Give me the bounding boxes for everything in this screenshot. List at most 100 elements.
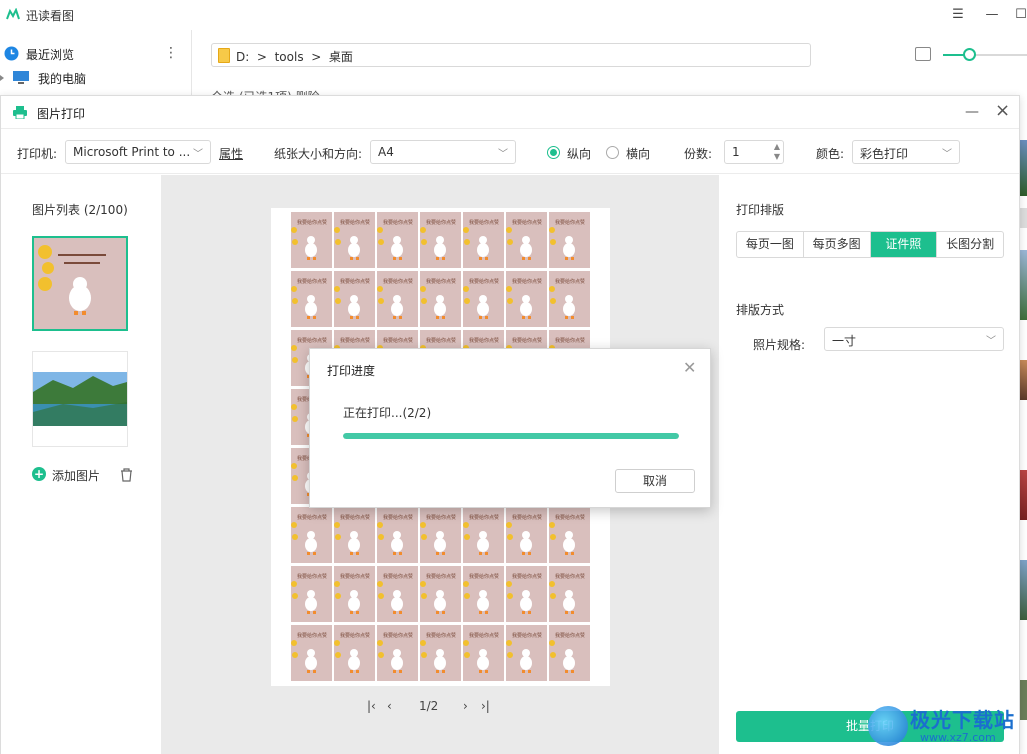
tile-caption: 我要给你点赞 xyxy=(383,573,413,580)
app-title-bar: 迅读看图 ☰ — ☐ xyxy=(0,0,1027,30)
landscape-radio[interactable] xyxy=(606,146,619,159)
background-thumbnail xyxy=(1020,470,1027,520)
tile-caption: 我要给你点赞 xyxy=(426,514,456,521)
goose-sticker-icon: 我要给你点赞 xyxy=(506,278,542,319)
layout-panel: 打印排版 每页一图 每页多图 证件照 长图分割 排版方式 照片规格: 一寸 ﹀ … xyxy=(719,175,1019,754)
cancel-button[interactable]: 取消 xyxy=(615,469,695,493)
app-logo-icon xyxy=(6,8,20,20)
tile-caption: 我要给你点赞 xyxy=(297,632,327,639)
portrait-radio[interactable] xyxy=(547,146,560,159)
goose-sticker-icon: 我要给你点赞 xyxy=(334,573,370,614)
layout-option-multi-per-page[interactable]: 每页多图 xyxy=(804,232,871,257)
id-photo-tile: 我要给你点赞 xyxy=(377,566,418,622)
tile-caption: 我要给你点赞 xyxy=(469,573,499,580)
id-photo-tile: 我要给你点赞 xyxy=(291,625,332,681)
pager: |‹ ‹ 1/2 › ›| xyxy=(367,699,490,715)
tile-caption: 我要给你点赞 xyxy=(340,514,370,521)
app-title: 迅读看图 xyxy=(26,9,75,23)
image-thumbnail-selected[interactable] xyxy=(32,236,128,331)
watermark-brand: 极光下载站 xyxy=(910,708,1015,732)
tile-caption: 我要给你点赞 xyxy=(426,219,456,226)
id-photo-tile: 我要给你点赞 xyxy=(549,507,590,563)
image-thumbnail[interactable] xyxy=(32,351,128,447)
path-text: D: > tools > 桌面 xyxy=(236,50,353,64)
image-list-title: 图片列表 (2/100) xyxy=(32,203,128,217)
sidebar-item-label: 我的电脑 xyxy=(38,72,87,86)
goose-sticker-icon: 我要给你点赞 xyxy=(506,514,542,555)
menu-icon[interactable]: ☰ xyxy=(949,6,967,24)
prev-page-icon[interactable]: ‹ xyxy=(387,699,392,713)
tile-caption: 我要给你点赞 xyxy=(555,632,585,639)
progress-status: 正在打印...(2/2) xyxy=(343,406,432,420)
background-thumbnail xyxy=(1020,560,1027,620)
layout-option-long-split[interactable]: 长图分割 xyxy=(937,232,1003,257)
goose-sticker-icon: 我要给你点赞 xyxy=(377,573,413,614)
properties-link[interactable]: 属性 xyxy=(219,145,243,162)
goose-sticker-icon: 我要给你点赞 xyxy=(549,514,585,555)
paper-label: 纸张大小和方向: xyxy=(274,147,363,161)
maximize-icon[interactable]: ☐ xyxy=(1012,6,1027,24)
id-photo-tile: 我要给你点赞 xyxy=(463,271,504,327)
chevron-down-icon: ﹀ xyxy=(193,149,203,160)
chevron-up-icon[interactable]: ▲ xyxy=(774,142,780,151)
printer-value: Microsoft Print to ... xyxy=(73,145,191,159)
copies-stepper[interactable]: 1 ▲ ▼ xyxy=(724,140,784,164)
compare-icon[interactable] xyxy=(915,47,931,61)
goose-sticker-icon: 我要给你点赞 xyxy=(291,573,327,614)
tile-caption: 我要给你点赞 xyxy=(469,219,499,226)
photo-size-select[interactable]: 一寸 ﹀ xyxy=(824,327,1004,351)
tile-caption: 我要给你点赞 xyxy=(512,632,542,639)
page-indicator: 1/2 xyxy=(419,699,439,713)
sidebar-item-computer[interactable]: 我的电脑 xyxy=(0,67,190,89)
tile-caption: 我要给你点赞 xyxy=(340,337,370,344)
id-photo-tile: 我要给你点赞 xyxy=(334,212,375,268)
landscape-label: 横向 xyxy=(626,147,651,161)
more-icon[interactable]: ⋮ xyxy=(164,45,178,61)
id-photo-tile: 我要给你点赞 xyxy=(420,507,461,563)
id-photo-tile: 我要给你点赞 xyxy=(291,271,332,327)
sidebar-item-recent[interactable]: 最近浏览 ⋮ xyxy=(0,43,190,65)
last-page-icon[interactable]: ›| xyxy=(481,699,490,713)
tile-caption: 我要给你点赞 xyxy=(383,632,413,639)
goose-sticker-icon: 我要给你点赞 xyxy=(549,219,585,260)
tile-caption: 我要给你点赞 xyxy=(469,632,499,639)
trash-icon[interactable] xyxy=(119,467,134,482)
chevron-down-icon[interactable]: ▼ xyxy=(774,152,780,161)
tile-caption: 我要给你点赞 xyxy=(383,337,413,344)
tile-caption: 我要给你点赞 xyxy=(555,278,585,285)
layout-option-one-per-page[interactable]: 每页一图 xyxy=(737,232,804,257)
goose-sticker-icon: 我要给你点赞 xyxy=(506,632,542,673)
id-photo-tile: 我要给你点赞 xyxy=(420,566,461,622)
progress-bar xyxy=(343,433,679,439)
background-thumbnail xyxy=(1020,140,1027,196)
id-photo-tile: 我要给你点赞 xyxy=(506,507,547,563)
watermark-url: www.xz7.com xyxy=(920,731,996,744)
minimize-icon[interactable]: — xyxy=(965,104,979,120)
goose-sticker-icon: 我要给你点赞 xyxy=(291,514,327,555)
id-photo-tile: 我要给你点赞 xyxy=(377,625,418,681)
clock-icon xyxy=(4,46,19,61)
minimize-icon[interactable]: — xyxy=(983,6,1001,24)
id-photo-tile: 我要给你点赞 xyxy=(334,566,375,622)
id-photo-tile: 我要给你点赞 xyxy=(291,566,332,622)
path-bar[interactable]: D: > tools > 桌面 xyxy=(211,43,811,67)
first-page-icon[interactable]: |‹ xyxy=(367,699,376,713)
id-photo-tile: 我要给你点赞 xyxy=(334,271,375,327)
tile-caption: 我要给你点赞 xyxy=(469,514,499,521)
goose-sticker-icon: 我要给你点赞 xyxy=(420,514,456,555)
goose-sticker-icon: 我要给你点赞 xyxy=(549,278,585,319)
goose-sticker-icon: 我要给你点赞 xyxy=(377,514,413,555)
chevron-down-icon: ﹀ xyxy=(498,149,508,160)
close-icon[interactable]: × xyxy=(995,100,1010,121)
color-select[interactable]: 彩色打印 ﹀ xyxy=(852,140,960,164)
portrait-label: 纵向 xyxy=(567,147,592,161)
printer-select[interactable]: Microsoft Print to ... ﹀ xyxy=(65,140,211,164)
layout-option-id-photo[interactable]: 证件照 xyxy=(870,232,938,257)
color-value: 彩色打印 xyxy=(860,147,909,161)
id-photo-tile: 我要给你点赞 xyxy=(463,566,504,622)
paper-select[interactable]: A4 ﹀ xyxy=(370,140,516,164)
goose-sticker-icon: 我要给你点赞 xyxy=(334,278,370,319)
zoom-slider-thumb[interactable] xyxy=(963,48,976,61)
close-icon[interactable]: ✕ xyxy=(683,358,696,377)
next-page-icon[interactable]: › xyxy=(463,699,468,713)
